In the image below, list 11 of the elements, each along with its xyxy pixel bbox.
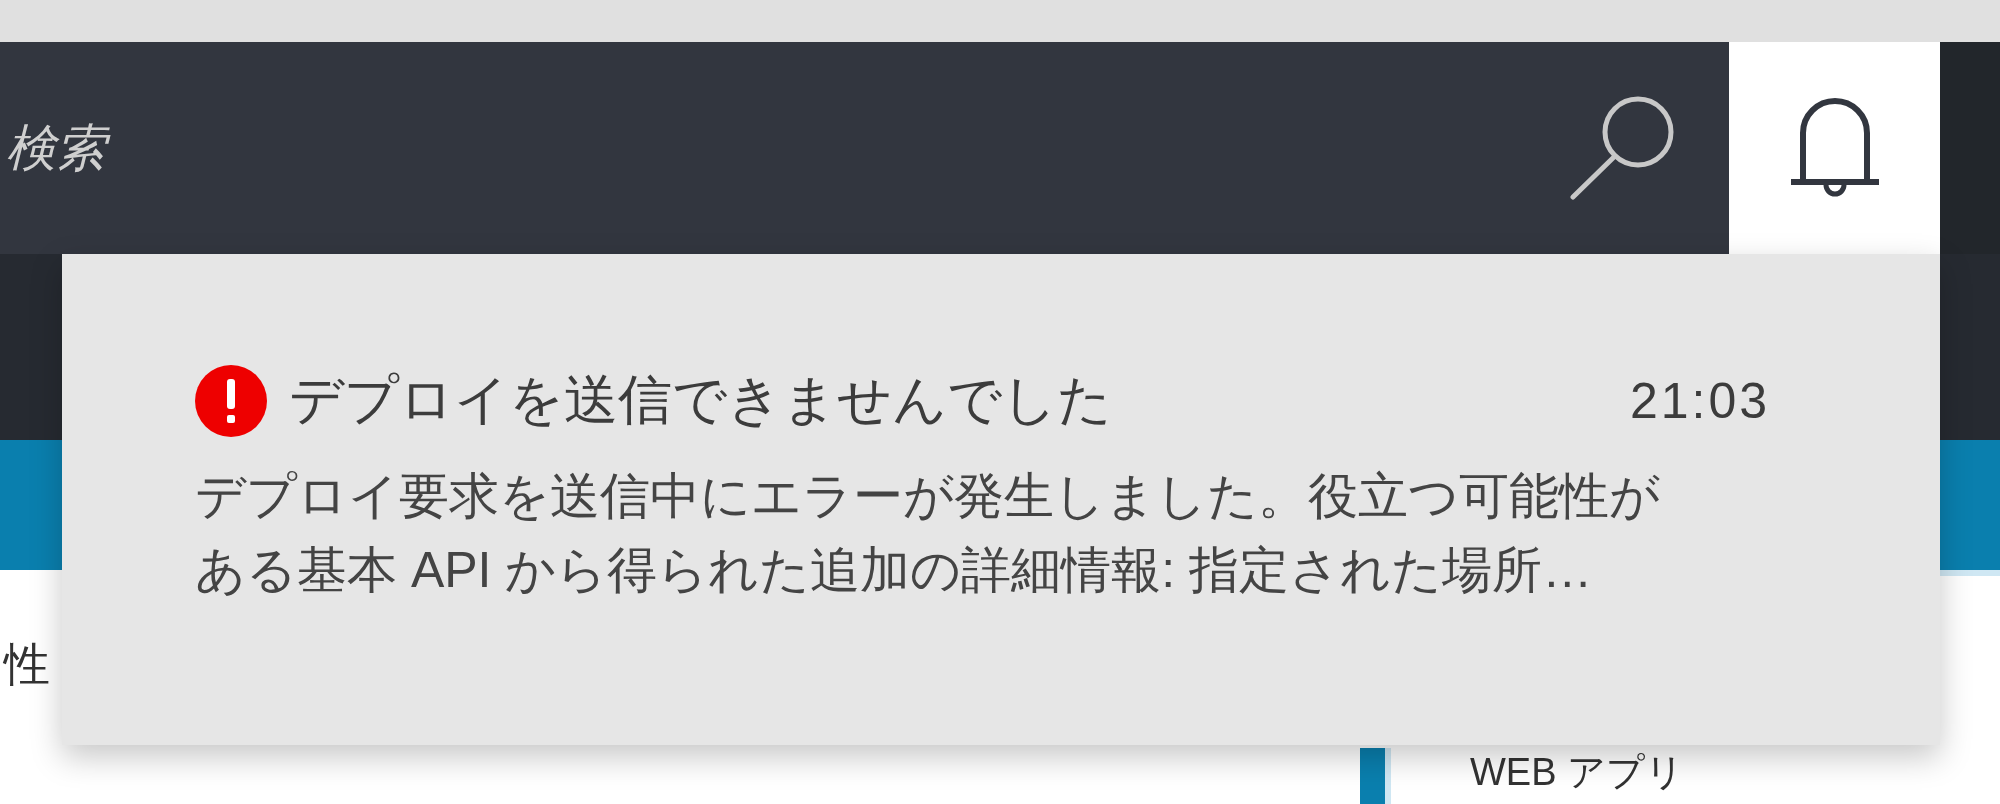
error-icon — [195, 364, 267, 437]
side-label: 性 — [4, 638, 50, 690]
list-item[interactable]: WEB アプリ — [1470, 748, 1685, 804]
search-icon — [1570, 96, 1674, 200]
notification-card[interactable]: デプロイを送信できませんでした 21:03 デプロイ要求を送信中にエラーが発生しました。役立つ可能性が ある基本 API から得られた追加の詳細情報: 指定された場所… — [62, 254, 1940, 745]
notification-message: デプロイ要求を送信中にエラーが発生しました。役立つ可能性が ある基本 API から得られた追加の詳細情報: 指定された場所… — [195, 467, 1661, 600]
search-field[interactable]: 検索 — [6, 119, 1570, 177]
notification-title: デプロイを送信できませんでした — [289, 368, 1113, 431]
notification-time: 21:03 — [1629, 371, 1770, 430]
search-button[interactable] — [1570, 96, 1674, 200]
bell-icon — [1788, 97, 1881, 199]
